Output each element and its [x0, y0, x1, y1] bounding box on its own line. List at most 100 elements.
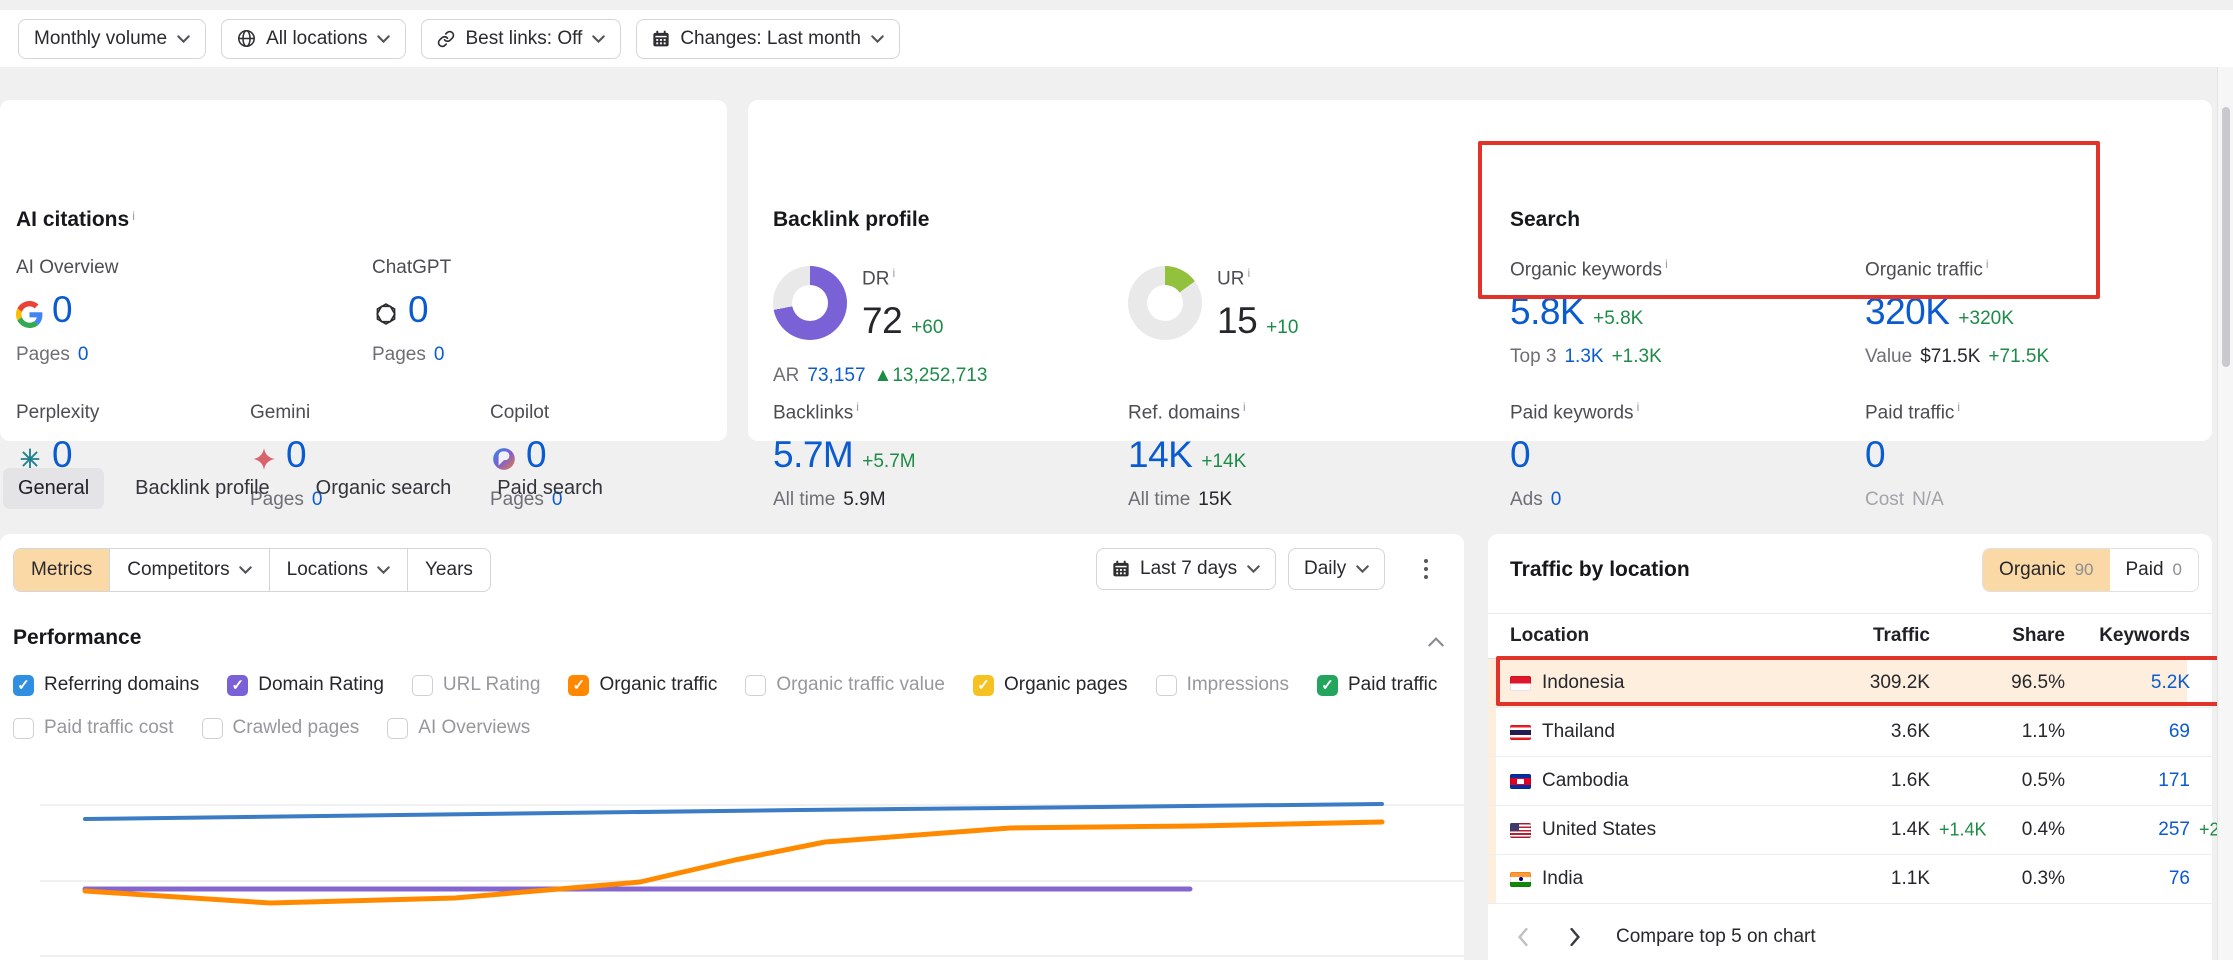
calendar-icon [1112, 560, 1130, 578]
organic-keywords-cell: Organic keywordsi 5.8K+5.8K Top 31.3K+1.… [1510, 257, 1840, 368]
paid-traffic-value[interactable]: 0 [1865, 434, 1885, 476]
organic-keywords-value[interactable]: 5.8K [1510, 291, 1584, 333]
chevron-down-icon [377, 566, 390, 574]
paid-traffic-cell: Paid traffici 0 CostN/A [1865, 400, 2100, 511]
table-row-cambodia[interactable]: Cambodia 1.6K 0.5% 171 [1488, 757, 2212, 806]
keywords-link[interactable]: 257 [2158, 819, 2190, 840]
checkbox-organic-traffic-value[interactable]: ✓Organic traffic value [745, 674, 945, 696]
changes-label: Changes: Last month [680, 28, 861, 50]
cambodia-flag-icon [1510, 774, 1531, 789]
next-page-button[interactable] [1564, 926, 1586, 948]
toggle-paid[interactable]: Paid0 [2110, 549, 2199, 591]
ads-link[interactable]: 0 [1551, 489, 1562, 511]
united-states-flag-icon [1510, 823, 1531, 838]
backlink-profile-title: Backlink profile [773, 208, 929, 232]
checkbox-paid-traffic-cost[interactable]: ✓Paid traffic cost [13, 717, 174, 739]
date-range-dropdown[interactable]: Last 7 days [1096, 548, 1276, 590]
ai-overview-pages-link[interactable]: 0 [78, 344, 89, 366]
top3-link[interactable]: 1.3K [1564, 346, 1603, 368]
ur-donut-chart [1128, 266, 1202, 340]
ar-row: AR 73,157 ▲13,252,713 [773, 365, 987, 387]
checkbox-ai-overviews[interactable]: ✓AI Overviews [387, 717, 530, 739]
table-row-thailand[interactable]: Thailand 3.6K 1.1% 69 [1488, 708, 2212, 757]
chatgpt-icon [372, 301, 399, 328]
ai-citations-title: AI citationsi [16, 208, 135, 232]
tab-organic-search[interactable]: Organic search [301, 468, 467, 509]
performance-panel: Metrics Competitors Locations Years Last… [0, 534, 1464, 960]
ref-domains-value[interactable]: 14K [1128, 434, 1192, 476]
ar-value-link[interactable]: 73,157 [807, 365, 865, 387]
table-row-india[interactable]: India 1.1K 0.3% 76 [1488, 855, 2212, 904]
monthly-volume-dropdown[interactable]: Monthly volume [18, 19, 206, 59]
ai-citations-card: AI citationsi AI Overview 0 Pages0 ChatG… [0, 100, 727, 441]
best-links-dropdown[interactable]: Best links: Off [421, 19, 621, 59]
share-bar [1488, 708, 1496, 756]
google-icon [16, 301, 43, 328]
organic-traffic-value[interactable]: 320K [1865, 291, 1949, 333]
table-row-indonesia[interactable]: Indonesia 309.2K 96.5% 5.2K [1488, 659, 2212, 708]
section-tabs: General Backlink profile Organic search … [3, 468, 618, 509]
tab-backlink-profile[interactable]: Backlink profile [120, 468, 285, 509]
paid-keywords-value[interactable]: 0 [1510, 434, 1530, 476]
share-bar [1488, 806, 1496, 854]
checkbox-url-rating[interactable]: ✓URL Rating [412, 674, 541, 696]
collapse-section-button[interactable] [1428, 634, 1444, 652]
segment-years[interactable]: Years [407, 549, 490, 591]
link-icon [437, 30, 455, 48]
ai-overview-cell: AI Overview 0 Pages0 [16, 257, 251, 366]
kebab-menu-icon [1423, 558, 1429, 580]
checkbox-organic-traffic[interactable]: ✓Organic traffic [568, 674, 717, 696]
india-flag-icon [1510, 872, 1531, 887]
dr-donut-chart [773, 266, 847, 340]
keywords-link[interactable]: 76 [2169, 868, 2190, 889]
keywords-link[interactable]: 171 [2158, 770, 2190, 791]
date-range-label: Last 7 days [1140, 558, 1237, 580]
more-options-button[interactable] [1408, 548, 1444, 590]
tab-general[interactable]: General [3, 468, 104, 509]
table-row-united-states[interactable]: United States 1.4K+1.4K 0.4% 257+255 [1488, 806, 2212, 855]
checkbox-referring-domains[interactable]: ✓Referring domains [13, 674, 199, 696]
checkbox-crawled-pages[interactable]: ✓Crawled pages [202, 717, 360, 739]
check-icon: ✓ [17, 678, 30, 693]
segment-locations[interactable]: Locations [269, 549, 407, 591]
chevron-down-icon [1247, 565, 1260, 573]
keywords-link[interactable]: 69 [2169, 721, 2190, 742]
chatgpt-pages-link[interactable]: 0 [434, 344, 445, 366]
scrollbar-thumb[interactable] [2222, 107, 2230, 367]
toggle-organic[interactable]: Organic90 [1983, 549, 2109, 591]
chatgpt-value[interactable]: 0 [408, 289, 428, 331]
backlinks-cell: Backlinksi 5.7M+5.7M All time5.9M [773, 400, 1008, 511]
keywords-link[interactable]: 5.2K [2151, 672, 2190, 693]
changes-dropdown[interactable]: Changes: Last month [636, 19, 900, 59]
checkbox-impressions[interactable]: ✓Impressions [1156, 674, 1289, 696]
up-triangle-icon: ▲ [874, 365, 893, 386]
granularity-dropdown[interactable]: Daily [1288, 548, 1385, 590]
best-links-label: Best links: Off [465, 28, 582, 50]
checkbox-paid-traffic[interactable]: ✓Paid traffic [1317, 674, 1437, 696]
performance-title: Performance [13, 626, 141, 650]
traffic-by-location-title: Traffic by location [1510, 558, 1690, 582]
checkbox-organic-pages[interactable]: ✓Organic pages [973, 674, 1128, 696]
calendar-icon [652, 30, 670, 48]
chevron-down-icon [1356, 565, 1369, 573]
chatgpt-cell: ChatGPT 0 Pages0 [372, 257, 607, 366]
backlinks-value[interactable]: 5.7M [773, 434, 853, 476]
metric-checkbox-row-1: ✓Referring domains ✓Domain Rating ✓URL R… [13, 674, 1437, 696]
segment-competitors[interactable]: Competitors [109, 549, 268, 591]
thailand-flag-icon [1510, 725, 1531, 740]
ai-overview-value[interactable]: 0 [52, 289, 72, 331]
traffic-table-header: Location Traffic Share Keywords [1488, 614, 2212, 659]
compare-top5-button[interactable]: Compare top 5 on chart [1616, 926, 1816, 948]
segment-metrics[interactable]: Metrics [14, 549, 109, 591]
tab-paid-search[interactable]: Paid search [482, 468, 618, 509]
scrollbar[interactable] [2217, 67, 2233, 960]
share-bar [1488, 855, 1496, 903]
chevron-down-icon [177, 35, 190, 43]
ur-metric: URi 15+10 [1217, 266, 1298, 342]
paid-keywords-cell: Paid keywordsi 0 Ads0 [1510, 400, 1745, 511]
locations-dropdown[interactable]: All locations [221, 19, 406, 59]
ur-delta: +10 [1266, 317, 1298, 339]
prev-page-button[interactable] [1512, 926, 1534, 948]
checkbox-domain-rating[interactable]: ✓Domain Rating [227, 674, 384, 696]
ref-domains-cell: Ref. domainsi 14K+14K All time15K [1128, 400, 1363, 511]
